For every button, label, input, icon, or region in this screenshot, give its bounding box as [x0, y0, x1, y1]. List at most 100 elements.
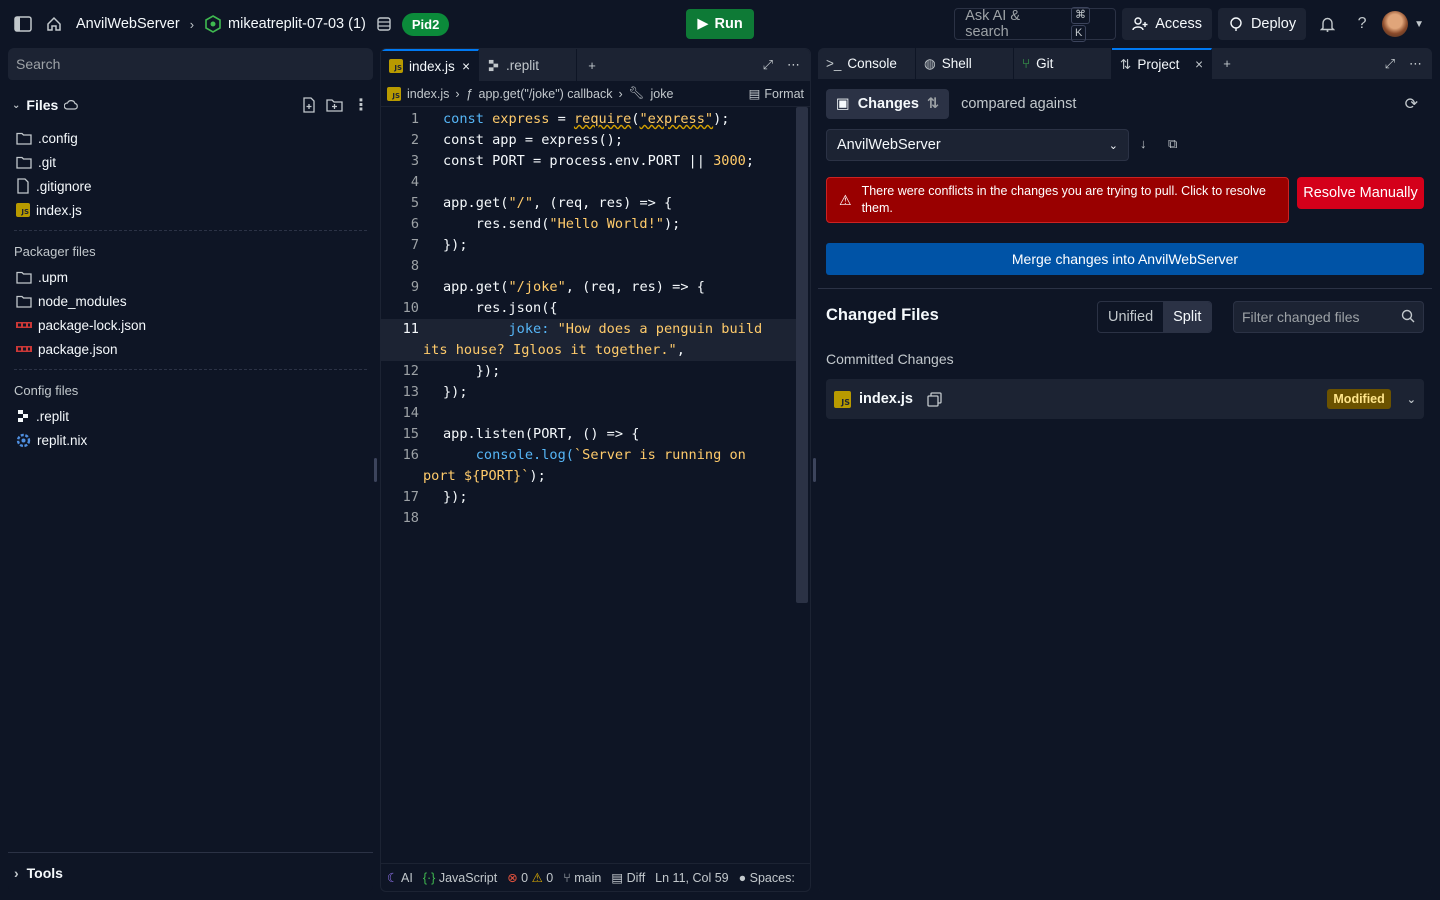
code-line: 14	[402, 405, 419, 421]
pid-badge[interactable]: Pid2	[401, 12, 450, 36]
file-item-replit[interactable]: .replit	[8, 404, 373, 428]
files-search-input[interactable]: Search	[8, 48, 373, 80]
new-folder-icon[interactable]	[326, 95, 343, 115]
file-item-gitignore[interactable]: .gitignore	[8, 174, 373, 198]
file-item-package-json[interactable]: package.json	[8, 337, 373, 361]
file-item-upm[interactable]: .upm	[8, 265, 373, 289]
tab-project[interactable]: ⇅ Project ×	[1112, 48, 1212, 79]
changed-files-title: Changed Files	[826, 306, 939, 324]
format-button[interactable]: ▤ Format	[749, 86, 804, 102]
deploy-button[interactable]: Deploy	[1217, 8, 1307, 40]
pull-arrow-icon[interactable]: ↓	[1140, 136, 1147, 151]
copy-icon[interactable]	[927, 391, 942, 407]
access-button[interactable]: Access	[1122, 8, 1212, 40]
deploy-icon	[1228, 16, 1244, 32]
tools-section[interactable]: › Tools	[8, 852, 373, 892]
ai-status[interactable]: ☾ AI	[387, 870, 413, 885]
resize-handle[interactable]	[374, 458, 377, 482]
project-name[interactable]: AnvilWebServer	[76, 16, 180, 32]
breadcrumb-file[interactable]: index.js	[407, 87, 449, 101]
nodejs-icon	[204, 15, 222, 33]
split-view-button[interactable]: Split	[1163, 302, 1212, 332]
code-line: 9 app.get("/joke", (req, res) => {	[410, 279, 705, 295]
chevron-down-icon[interactable]: ▼	[1414, 19, 1424, 30]
top-bar: AnvilWebServer › mikeatreplit-07-03 (1) …	[0, 0, 1440, 48]
divider	[818, 288, 1432, 289]
file-diff-icon: ▣	[836, 96, 850, 112]
editor-tabbar: JS index.js × .replit + ⤢ ⋯	[381, 49, 810, 81]
tab-replit[interactable]: .replit	[479, 49, 577, 81]
console-icon: >_	[826, 56, 842, 71]
code-line: 7});	[410, 237, 468, 253]
problems-status[interactable]: ⊗ 0 ⚠ 0	[507, 870, 553, 885]
chevron-down-icon[interactable]: ⌄	[12, 100, 20, 111]
replit-icon	[487, 59, 500, 72]
file-item-index-js[interactable]: JS index.js	[8, 198, 373, 222]
sidebar-toggle-icon[interactable]	[14, 16, 32, 32]
merge-button[interactable]: Merge changes into AnvilWebServer	[826, 243, 1424, 275]
diff-status[interactable]: ▤ Diff	[611, 870, 645, 885]
files-header: ⌄ Files ⋮	[12, 95, 369, 115]
tab-index-js[interactable]: JS index.js ×	[381, 49, 479, 81]
expand-icon[interactable]: ⤢	[1385, 56, 1395, 72]
error-icon: ⊗	[507, 871, 518, 885]
tab-git[interactable]: ⑂ Git	[1014, 48, 1112, 79]
tab-shell[interactable]: ◍ Shell	[916, 48, 1014, 79]
close-icon[interactable]: ×	[1195, 57, 1203, 72]
more-options-icon[interactable]: ⋯	[787, 57, 800, 73]
breadcrumb-symbol[interactable]: joke	[651, 87, 674, 101]
new-tab-icon[interactable]: +	[577, 49, 607, 81]
unified-view-button[interactable]: Unified	[1098, 302, 1163, 332]
file-item-replit-nix[interactable]: replit.nix	[8, 428, 373, 452]
home-icon[interactable]	[46, 16, 62, 32]
bell-icon[interactable]	[1312, 16, 1342, 32]
file-item-git[interactable]: .git	[8, 150, 373, 174]
changed-file-row[interactable]: JS index.js Modified ⌄	[826, 379, 1424, 419]
expand-icon[interactable]: ⤢	[763, 57, 773, 73]
close-icon[interactable]: ×	[462, 59, 470, 74]
swap-icon: ⇅	[926, 96, 940, 112]
config-files-label: Config files	[14, 382, 79, 398]
branch-select[interactable]: AnvilWebServer ⌄	[826, 129, 1129, 161]
refresh-icon[interactable]: ⟳	[1405, 94, 1418, 114]
tab-console[interactable]: >_ Console	[818, 48, 916, 79]
new-tab-icon[interactable]: +	[1212, 48, 1242, 79]
ask-ai-search[interactable]: Ask AI & search ⌘K	[954, 7, 1117, 42]
more-options-icon[interactable]: ⋮	[353, 95, 369, 115]
language-status[interactable]: {·} JavaScript	[423, 871, 497, 885]
help-icon[interactable]: ?	[1348, 15, 1376, 33]
breadcrumb-callback[interactable]: app.get("/joke") callback	[479, 87, 613, 101]
code-line: 5 app.get("/", (req, res) => {	[410, 195, 673, 211]
replit-icon	[16, 409, 30, 423]
run-button[interactable]: ▶ Run	[686, 9, 754, 39]
avatar[interactable]	[1382, 11, 1409, 37]
external-link-icon[interactable]: ⧉	[1168, 136, 1177, 152]
nix-icon	[16, 433, 31, 448]
file-item-config[interactable]: .config	[8, 126, 373, 150]
editor-scrollbar[interactable]	[796, 107, 808, 603]
file-item-package-lock[interactable]: package-lock.json	[8, 313, 373, 337]
divider	[14, 230, 367, 231]
branch-name[interactable]: mikeatreplit-07-03 (1)	[204, 15, 366, 33]
database-icon[interactable]	[376, 16, 392, 32]
chevron-right-icon: ›	[14, 864, 19, 881]
filter-changed-files-input[interactable]: Filter changed files	[1233, 301, 1424, 333]
spaces-status[interactable]: ● Spaces:	[739, 871, 795, 885]
conflict-alert[interactable]: ⚠ There were conflicts in the changes yo…	[826, 177, 1289, 223]
diff-icon: ▤	[611, 871, 624, 885]
changes-dropdown[interactable]: ▣ Changes ⇅	[826, 89, 950, 119]
code-editor[interactable]: 1 const express = require("express"); 2 co…	[381, 109, 796, 529]
chevron-down-icon[interactable]: ⌄	[1407, 393, 1416, 406]
code-line: 4	[410, 174, 419, 190]
branch-status[interactable]: ⑂ main	[563, 871, 601, 885]
new-file-icon[interactable]	[302, 95, 316, 115]
chevron-right-icon: ›	[189, 16, 195, 32]
play-icon: ▶	[697, 16, 709, 32]
packager-files-label: Packager files	[14, 243, 96, 259]
cursor-position[interactable]: Ln 11, Col 59	[655, 871, 728, 885]
function-icon: ƒ	[465, 86, 473, 101]
more-options-icon[interactable]: ⋯	[1409, 56, 1422, 72]
resize-handle[interactable]	[813, 458, 816, 482]
file-item-node-modules[interactable]: node_modules	[8, 289, 373, 313]
resolve-manually-button[interactable]: Resolve Manually	[1297, 177, 1424, 209]
